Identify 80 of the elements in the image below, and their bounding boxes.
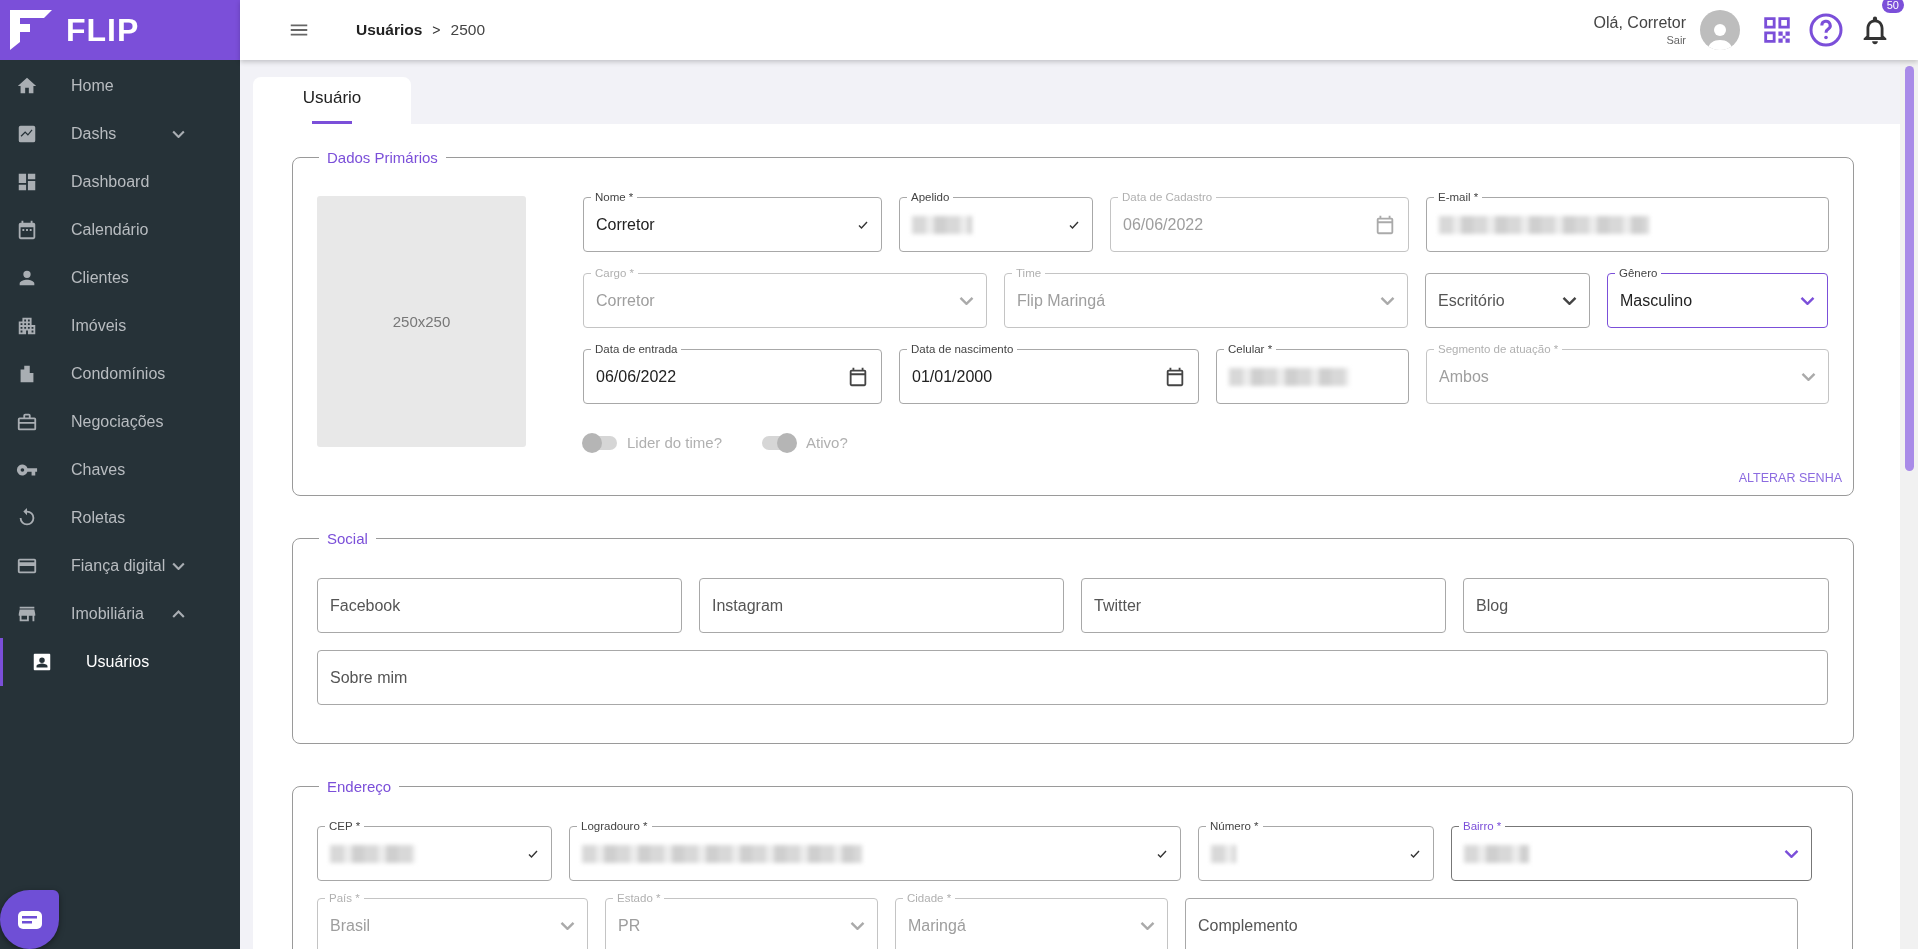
help-icon (1808, 12, 1844, 48)
dropdown-field[interactable]: Escritório (1425, 273, 1590, 328)
field-label: Segmento de atuação * (1434, 342, 1563, 356)
photo-placeholder[interactable]: 250x250 (317, 196, 526, 447)
chevron-down-icon (1562, 296, 1577, 305)
notification-badge: 50 (1881, 0, 1904, 13)
field-label: Data de Cadastro (1118, 190, 1217, 204)
sidebar-item[interactable]: Imobiliária (0, 590, 240, 638)
chevron-down-icon (1784, 849, 1799, 858)
calendar-icon (1164, 365, 1186, 388)
field-label: Bairro * (1459, 819, 1506, 833)
scrollbar[interactable] (1900, 60, 1918, 949)
contact-card-icon (31, 651, 53, 673)
chat-icon (17, 910, 42, 929)
field-label: CEP * (325, 819, 365, 833)
field-label: Celular * (1224, 342, 1277, 356)
buildings-icon (16, 315, 38, 337)
field-label: Logradouro * (577, 819, 652, 833)
avatar[interactable] (1700, 10, 1740, 50)
field-label: Gênero (1615, 266, 1662, 280)
sidebar-item[interactable]: Home (0, 62, 240, 110)
chevron-down-icon (1140, 921, 1155, 930)
user-greeting: Olá, Corretor (1593, 14, 1686, 32)
section-title: Endereço (326, 778, 393, 795)
chevron-down-icon (172, 130, 185, 138)
sidebar-item[interactable]: Dashboard (0, 158, 240, 206)
chevron-down-icon (560, 921, 575, 930)
field-label: Estado * (613, 891, 665, 905)
chevron-up-icon (172, 610, 185, 618)
calendar-icon (1374, 213, 1396, 236)
chevron-down-icon (1801, 372, 1816, 381)
input-field[interactable]: Complemento (1185, 898, 1798, 949)
field-label: País * (325, 891, 364, 905)
toggle-label: Ativo? (806, 434, 848, 451)
breadcrumb-link[interactable]: Usuários (356, 21, 423, 39)
input-field[interactable]: Twitter (1081, 578, 1446, 633)
chevron-down-icon (850, 921, 865, 930)
field-label: Cargo * (591, 266, 638, 280)
input-field[interactable]: Instagram (699, 578, 1064, 633)
sidebar-item[interactable]: Roletas (0, 494, 240, 542)
toggle-label: Lider do time? (627, 434, 723, 451)
sidebar-item[interactable]: Chaves (0, 446, 240, 494)
field-label: Número * (1206, 819, 1263, 833)
sidebar-item[interactable]: Fiança digital (0, 542, 240, 590)
sidebar-item[interactable]: Negociações (0, 398, 240, 446)
chevron-down-icon (959, 296, 974, 305)
field-label: Data de nascimento (907, 342, 1018, 356)
chevron-down-icon (1800, 296, 1815, 305)
chevron-down-icon (1380, 296, 1395, 305)
logout-link[interactable]: Sair (1666, 34, 1686, 46)
dashboard-icon (16, 171, 38, 193)
field-label: Data de entrada (591, 342, 682, 356)
chat-button[interactable] (0, 890, 59, 949)
sidebar-item[interactable]: Dashs (0, 110, 240, 158)
input-field[interactable]: Blog (1463, 578, 1829, 633)
field-label: Apelido (907, 190, 954, 204)
section-title: Social (326, 530, 369, 547)
sidebar-item[interactable]: Calendário (0, 206, 240, 254)
breadcrumb-current: 2500 (450, 21, 485, 39)
field-label: Time (1012, 266, 1046, 280)
sidebar-item[interactable]: Condomínios (0, 350, 240, 398)
input-field[interactable]: Facebook (317, 578, 682, 633)
section-title: Dados Primários (326, 149, 439, 166)
chevron-down-icon (172, 562, 185, 570)
breadcrumb-separator: > (432, 22, 441, 38)
field-label: E-mail * (1434, 190, 1483, 204)
calendar-icon (847, 365, 869, 388)
input-field[interactable]: Sobre mim (317, 650, 1828, 705)
change-password-link[interactable]: ALTERAR SENHA (1738, 471, 1842, 485)
logo-text: FLIP (66, 11, 140, 49)
sidebar-item[interactable]: Clientes (0, 254, 240, 302)
chart-icon (16, 123, 38, 145)
briefcase-icon (16, 411, 38, 433)
calendar-icon (16, 219, 38, 241)
tab[interactable]: Usuário (253, 77, 411, 124)
sidebar-item[interactable]: Usuários (0, 638, 240, 686)
field-label: Cidade * (903, 891, 956, 905)
sidebar-item[interactable]: Imóveis (0, 302, 240, 350)
field-label: Nome * (591, 190, 638, 204)
logo-icon (10, 10, 52, 50)
